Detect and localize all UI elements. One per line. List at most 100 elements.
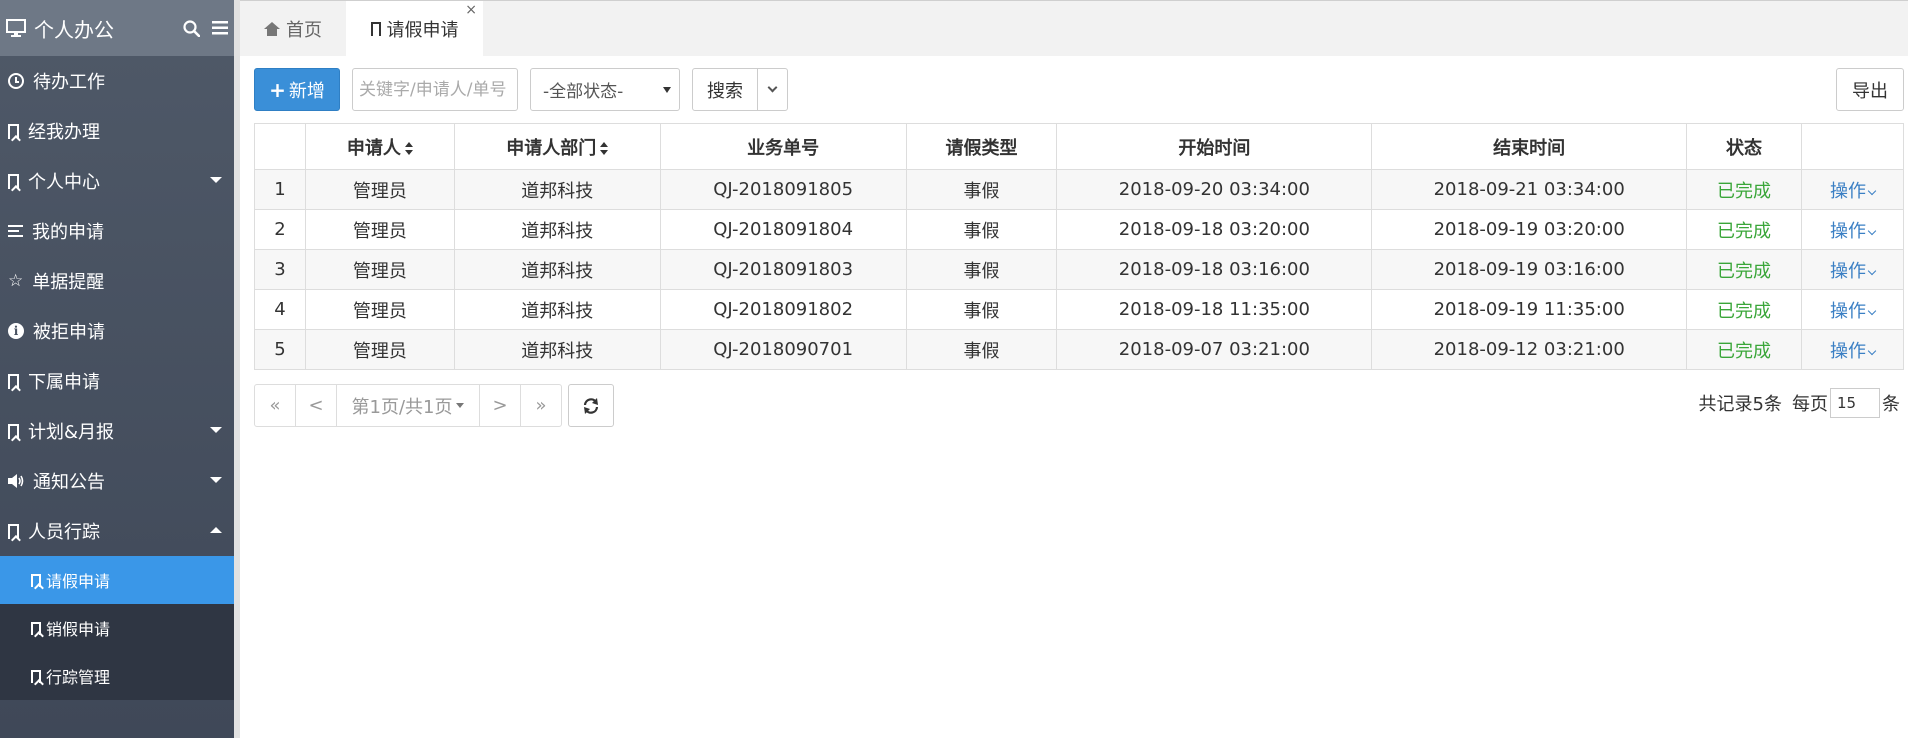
search-input[interactable] [352, 68, 518, 111]
last-page-button[interactable]: » [520, 384, 562, 427]
action-menu[interactable]: 操作 [1801, 169, 1904, 210]
leave-request-table: 申请人 申请人部门 业务单号 请假类型 开始时间 结束时间 状态 1 管理员 道… [254, 123, 1904, 370]
search-icon[interactable] [183, 19, 200, 37]
sidebar-resize-handle[interactable] [234, 0, 240, 738]
cell-status: 已完成 [1686, 169, 1803, 210]
action-menu[interactable]: 操作 [1801, 289, 1904, 330]
info-icon: i [8, 323, 24, 339]
chevron-down-icon [1867, 346, 1877, 355]
table-row: 5 管理员 道邦科技 QJ-2018090701 事假 2018-09-07 0… [254, 329, 1904, 370]
table-row: 1 管理员 道邦科技 QJ-2018091805 事假 2018-09-20 0… [254, 169, 1904, 210]
sidebar-submenu: 请假申请 销假申请 行踪管理 [0, 556, 234, 700]
cell-code: QJ-2018091805 [659, 169, 907, 210]
bookmark-icon [31, 669, 41, 683]
tab-bar: 首页 请假申请 × [240, 0, 1908, 57]
sidebar-item-label: 待办工作 [33, 72, 105, 93]
cell-start: 2018-09-18 03:20:00 [1056, 209, 1373, 250]
sidebar: 个人办公 待办工作 经我办理 个人中心 我的申请 ☆ 单据提醒 i 被拒申请 下… [0, 0, 234, 738]
cell-type: 事假 [905, 249, 1058, 290]
sidebar-item-rejected[interactable]: i 被拒申请 [0, 306, 234, 356]
refresh-icon [583, 397, 599, 414]
toolbar: + 新增 -全部状态- 搜索 导出 [254, 67, 1908, 113]
table-row: 3 管理员 道邦科技 QJ-2018091803 事假 2018-09-18 0… [254, 249, 1904, 290]
sidebar-item-handled[interactable]: 经我办理 [0, 106, 234, 156]
sidebar-item-reminders[interactable]: ☆ 单据提醒 [0, 256, 234, 306]
cell-status: 已完成 [1686, 209, 1803, 250]
add-button-label: 新增 [288, 80, 325, 102]
cell-status: 已完成 [1686, 329, 1803, 370]
sidebar-subitem-leave-request[interactable]: 请假申请 [0, 556, 234, 604]
page-select[interactable]: 第1页/共1页 [336, 384, 480, 427]
sidebar-item-personal-center[interactable]: 个人中心 [0, 156, 234, 206]
cell-index: 2 [254, 209, 306, 250]
sidebar-item-notices[interactable]: 通知公告 [0, 456, 234, 506]
status-select[interactable]: -全部状态- [530, 68, 680, 111]
cell-type: 事假 [905, 289, 1058, 330]
column-header-department[interactable]: 申请人部门 [453, 123, 661, 170]
cell-status: 已完成 [1686, 249, 1803, 290]
cell-applicant: 管理员 [304, 209, 455, 250]
column-header-start: 开始时间 [1056, 123, 1373, 170]
cell-department: 道邦科技 [453, 289, 661, 330]
sidebar-subitem-leave-cancel[interactable]: 销假申请 [0, 604, 234, 652]
export-button[interactable]: 导出 [1836, 68, 1904, 111]
sidebar-item-label: 通知公告 [33, 472, 105, 493]
tab-home[interactable]: 首页 [264, 1, 322, 57]
search-options-button[interactable] [757, 68, 788, 111]
next-page-button[interactable]: > [479, 384, 521, 427]
first-page-button[interactable]: « [254, 384, 296, 427]
sort-icon [600, 141, 609, 156]
tab-leave-request[interactable]: 请假申请 × [346, 1, 483, 57]
bookmark-icon [31, 573, 41, 587]
sidebar-item-my-applications[interactable]: 我的申请 [0, 206, 234, 256]
column-header-applicant[interactable]: 申请人 [304, 123, 455, 170]
sidebar-item-label: 被拒申请 [33, 322, 105, 343]
table-header-row: 申请人 申请人部门 业务单号 请假类型 开始时间 结束时间 状态 [254, 123, 1904, 170]
cell-start: 2018-09-20 03:34:00 [1056, 169, 1373, 210]
cell-type: 事假 [905, 209, 1058, 250]
action-menu[interactable]: 操作 [1801, 329, 1904, 370]
chevron-down-icon [1867, 186, 1877, 195]
action-menu[interactable]: 操作 [1801, 249, 1904, 290]
sidebar-title: 个人办公 [34, 17, 114, 42]
bookmark-icon [8, 523, 19, 539]
search-button[interactable]: 搜索 [692, 68, 758, 111]
caret-up-icon [210, 527, 222, 533]
chevron-down-icon [767, 82, 778, 93]
close-icon[interactable]: × [465, 3, 477, 17]
table-row: 2 管理员 道邦科技 QJ-2018091804 事假 2018-09-18 0… [254, 209, 1904, 250]
column-header-index [254, 123, 306, 170]
menu-icon[interactable] [212, 21, 228, 35]
cell-status: 已完成 [1686, 289, 1803, 330]
pagination: « < 第1页/共1页 > » [254, 384, 562, 427]
sidebar-item-subordinates[interactable]: 下属申请 [0, 356, 234, 406]
record-info: 共记录5条 每页 条 [1699, 388, 1900, 418]
sidebar-item-todo[interactable]: 待办工作 [0, 56, 234, 106]
sidebar-item-tracking[interactable]: 人员行踪 [0, 506, 234, 556]
caret-down-icon [210, 177, 222, 183]
tab-home-label: 首页 [286, 20, 322, 41]
prev-page-button[interactable]: < [295, 384, 337, 427]
bookmark-icon [370, 22, 381, 36]
action-menu[interactable]: 操作 [1801, 209, 1904, 250]
cell-applicant: 管理员 [304, 329, 455, 370]
per-page-input[interactable] [1830, 388, 1880, 418]
sidebar-header: 个人办公 [0, 0, 234, 56]
cell-end: 2018-09-12 03:21:00 [1371, 329, 1688, 370]
column-header-actions [1801, 123, 1904, 170]
action-menu-label: 操作 [1830, 300, 1866, 322]
sidebar-item-label: 经我办理 [28, 122, 100, 143]
caret-down-icon [210, 477, 222, 483]
caret-down-icon [456, 403, 465, 408]
add-button[interactable]: + 新增 [254, 68, 340, 111]
sidebar-item-label: 人员行踪 [28, 522, 100, 543]
cell-start: 2018-09-18 11:35:00 [1056, 289, 1373, 330]
sidebar-menu: 待办工作 经我办理 个人中心 我的申请 ☆ 单据提醒 i 被拒申请 下属申请 计… [0, 56, 234, 556]
bookmark-icon [8, 173, 19, 189]
cell-index: 4 [254, 289, 306, 330]
cell-index: 5 [254, 329, 306, 370]
sidebar-item-label: 我的申请 [32, 222, 104, 243]
refresh-button[interactable] [568, 384, 614, 427]
sidebar-subitem-tracking-manage[interactable]: 行踪管理 [0, 652, 234, 700]
sidebar-item-plans[interactable]: 计划&月报 [0, 406, 234, 456]
